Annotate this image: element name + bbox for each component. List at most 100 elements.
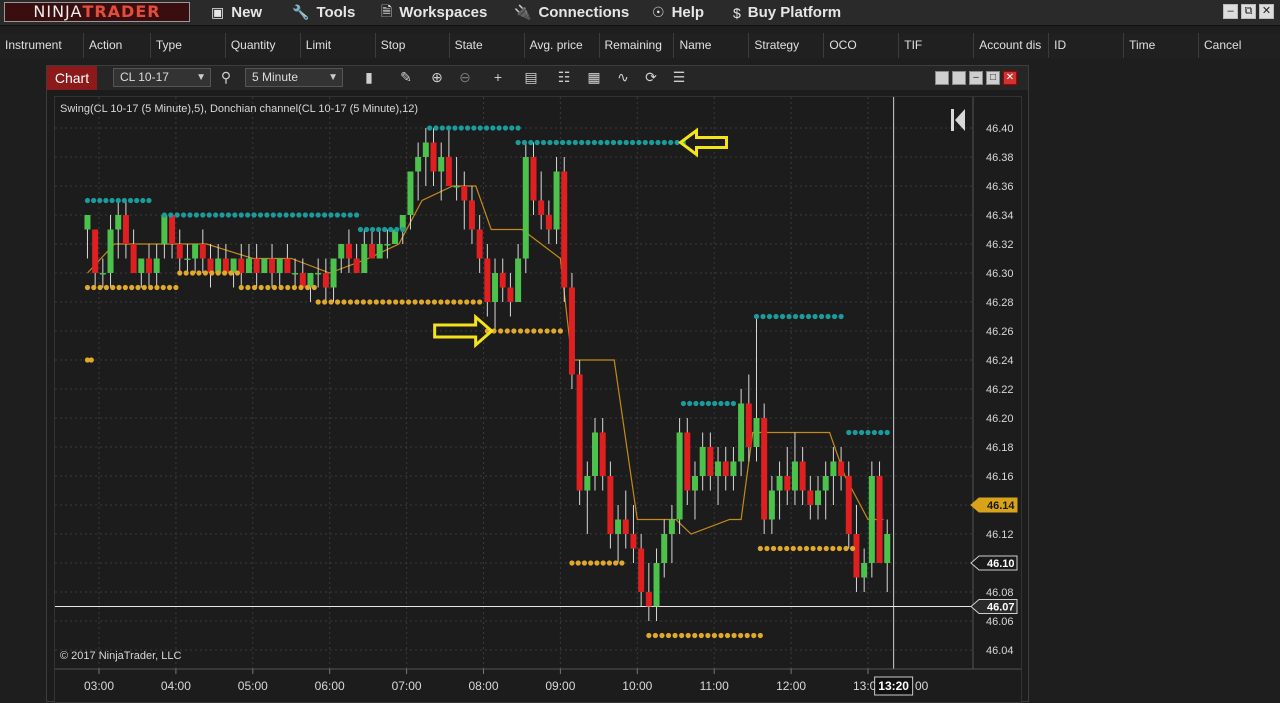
price-chart[interactable]: 46.40 46.38 46.36 46.34 46.32 46.30 46.28 46.26…: [55, 97, 1021, 702]
swing-low-dot: [271, 284, 278, 291]
swing-high-dot: [168, 212, 174, 218]
swing-low-dot: [619, 560, 625, 566]
swing-low-dot: [451, 299, 457, 305]
data-box-icon[interactable]: ▤: [522, 68, 540, 87]
chart-tab[interactable]: Chart: [47, 66, 97, 90]
swing-high-dot: [528, 139, 534, 146]
candlesticks: [84, 128, 891, 621]
search-icon[interactable]: ⚲: [217, 68, 235, 87]
column-id[interactable]: ID: [1048, 33, 1123, 58]
instrument-selector[interactable]: CL 10-17 ▼: [113, 68, 211, 87]
candle: [499, 258, 506, 302]
bar-type-icon[interactable]: ▮: [360, 68, 378, 87]
candle-body: [730, 461, 737, 476]
candle-body: [438, 157, 445, 172]
zoom-in-icon[interactable]: ⊕: [428, 68, 446, 87]
swing-low-dot: [354, 299, 360, 305]
restore-button[interactable]: ⧉: [1241, 4, 1256, 19]
swing-high-dot: [805, 313, 812, 320]
swing-low-dot: [386, 299, 392, 305]
order-icon[interactable]: ☷: [555, 68, 573, 87]
candle-body: [384, 244, 391, 246]
column-remaining[interactable]: Remaining: [598, 33, 674, 58]
chart-panel[interactable]: 46.40 46.38 46.36 46.34 46.32 46.30 46.28 46.26…: [54, 96, 1022, 703]
column-action[interactable]: Action: [82, 33, 150, 58]
candle: [176, 229, 183, 273]
column-name[interactable]: Name: [673, 33, 748, 58]
column-instrument[interactable]: Instrument: [0, 33, 83, 58]
candle-body: [838, 461, 845, 476]
candle-body: [522, 157, 529, 259]
column-quantity[interactable]: Quantity: [224, 33, 300, 58]
menu-connections[interactable]: 🔌 Connections: [514, 0, 629, 25]
swing-low-dot: [477, 299, 483, 305]
column-time[interactable]: Time: [1123, 33, 1198, 58]
candle: [115, 200, 122, 259]
candle: [830, 447, 837, 505]
column-limit[interactable]: Limit: [299, 33, 375, 58]
menu-tools[interactable]: 🔧 Tools: [292, 0, 355, 25]
candle: [722, 447, 729, 491]
swing-low-dot: [569, 560, 575, 566]
swing-high-dot: [200, 212, 206, 218]
menu-new[interactable]: ▣ New: [211, 0, 262, 25]
swing-high: [84, 197, 152, 204]
swing-high-dot: [363, 226, 370, 233]
swing-high-dot: [852, 429, 858, 436]
column-type[interactable]: Type: [149, 33, 225, 58]
column-strategy[interactable]: Strategy: [748, 33, 823, 58]
chart-minimize-button[interactable]: –: [969, 71, 983, 85]
candle: [707, 432, 714, 491]
swing-high-dot: [668, 139, 674, 146]
close-button[interactable]: ✕: [1259, 4, 1274, 19]
swing-low-dot: [652, 632, 658, 639]
swing-high-dot: [452, 125, 458, 131]
candle: [822, 461, 829, 520]
swing-low-dot: [135, 284, 141, 291]
candle-body: [799, 461, 806, 491]
swing-low-dot: [258, 284, 264, 291]
swing-low-dot: [265, 284, 271, 291]
menu-buy-platform[interactable]: $ Buy Platform: [733, 0, 841, 25]
x-tick-label: 03:00: [84, 679, 114, 693]
indicators-icon[interactable]: ∿: [614, 68, 632, 87]
swing-high-dot: [180, 212, 187, 218]
candle: [492, 258, 499, 331]
chart-maximize-button[interactable]: □: [986, 71, 1000, 85]
y-tick-label: 46.36: [986, 181, 1014, 193]
swing-low-dot: [425, 299, 431, 305]
swing-low-dot: [311, 284, 317, 291]
column-account-display[interactable]: Account dis: [973, 33, 1048, 58]
swing-high-dot: [354, 212, 360, 218]
swing-low-dot: [770, 545, 777, 552]
minimize-button[interactable]: –: [1223, 4, 1238, 19]
candle-body: [238, 258, 245, 273]
chart-close-button[interactable]: ✕: [1003, 71, 1017, 85]
column-oco[interactable]: OCO: [823, 33, 898, 58]
candle-body: [722, 461, 729, 476]
zoom-out-icon[interactable]: ⊖: [456, 68, 474, 87]
scroll-to-latest-icon[interactable]: [951, 109, 965, 131]
pencil-icon[interactable]: ✎: [397, 68, 415, 87]
interval-selector[interactable]: 5 Minute ▼: [245, 68, 343, 87]
menu-workspaces[interactable]: 🗎 Workspaces: [381, 0, 487, 25]
column-tif[interactable]: TIF: [898, 33, 973, 58]
swing-high-dot: [496, 125, 502, 131]
x-tick-label: 11:00: [700, 679, 729, 693]
tile-icon[interactable]: [935, 71, 949, 85]
properties-list-icon[interactable]: ☰: [670, 68, 688, 87]
candle: [207, 244, 214, 288]
strategies-icon[interactable]: ⟳: [642, 68, 660, 87]
crosshair-icon[interactable]: +: [489, 68, 507, 87]
chart-trader-icon[interactable]: ▦: [585, 68, 603, 87]
menu-help[interactable]: ☉ Help: [652, 0, 704, 25]
candle-body: [861, 563, 868, 578]
column-avg-price[interactable]: Avg. price: [523, 33, 599, 58]
column-stop[interactable]: Stop: [374, 33, 449, 58]
candle: [584, 461, 591, 534]
swing-high-dot: [623, 139, 629, 146]
column-state[interactable]: State: [448, 33, 524, 58]
cascade-icon[interactable]: [952, 71, 966, 85]
candle-body: [445, 157, 452, 186]
column-cancel[interactable]: Cancel: [1198, 33, 1280, 58]
